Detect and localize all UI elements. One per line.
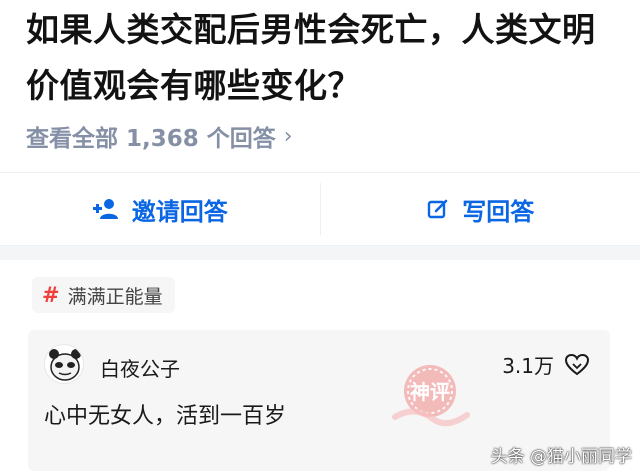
heart-icon[interactable] <box>564 353 590 377</box>
add-user-icon <box>92 197 120 221</box>
question-title[interactable]: 如果人类交配后男性会死亡，人类文明价值观会有哪些变化？ <box>26 2 616 114</box>
invite-answer-button[interactable]: 邀请回答 <box>0 173 320 245</box>
watermark: 头条 @猫小丽同学 <box>490 447 632 467</box>
answer-action-bar: 邀请回答 写回答 <box>0 172 640 246</box>
topic-tag[interactable]: # 满满正能量 <box>32 277 175 313</box>
chevron-right-icon: › <box>283 123 293 149</box>
author-name[interactable]: 白夜公子 <box>100 353 180 382</box>
hash-icon: # <box>42 283 60 307</box>
invite-answer-label: 邀请回答 <box>131 197 228 226</box>
stamp-text: 神评 <box>410 380 450 404</box>
view-all-answers-link[interactable]: 查看全部 1,368 个回答 › <box>26 116 293 156</box>
like-count-value: 3.1万 <box>502 354 554 378</box>
like-count[interactable]: 3.1万 <box>502 350 590 379</box>
answer-text[interactable]: 心中无女人，活到一百岁 <box>44 398 286 430</box>
view-all-label: 查看全部 1,368 个回答 <box>26 126 276 152</box>
question-header: 如果人类交配后男性会死亡，人类文明价值观会有哪些变化？ 查看全部 1,368 个… <box>0 0 640 172</box>
avatar[interactable] <box>44 344 84 384</box>
featured-stamp: 神评 <box>385 355 475 435</box>
edit-icon <box>426 197 450 221</box>
write-answer-button[interactable]: 写回答 <box>321 173 640 245</box>
write-answer-label: 写回答 <box>462 197 535 226</box>
topic-label: 满满正能量 <box>67 285 163 308</box>
section-divider <box>0 246 640 260</box>
